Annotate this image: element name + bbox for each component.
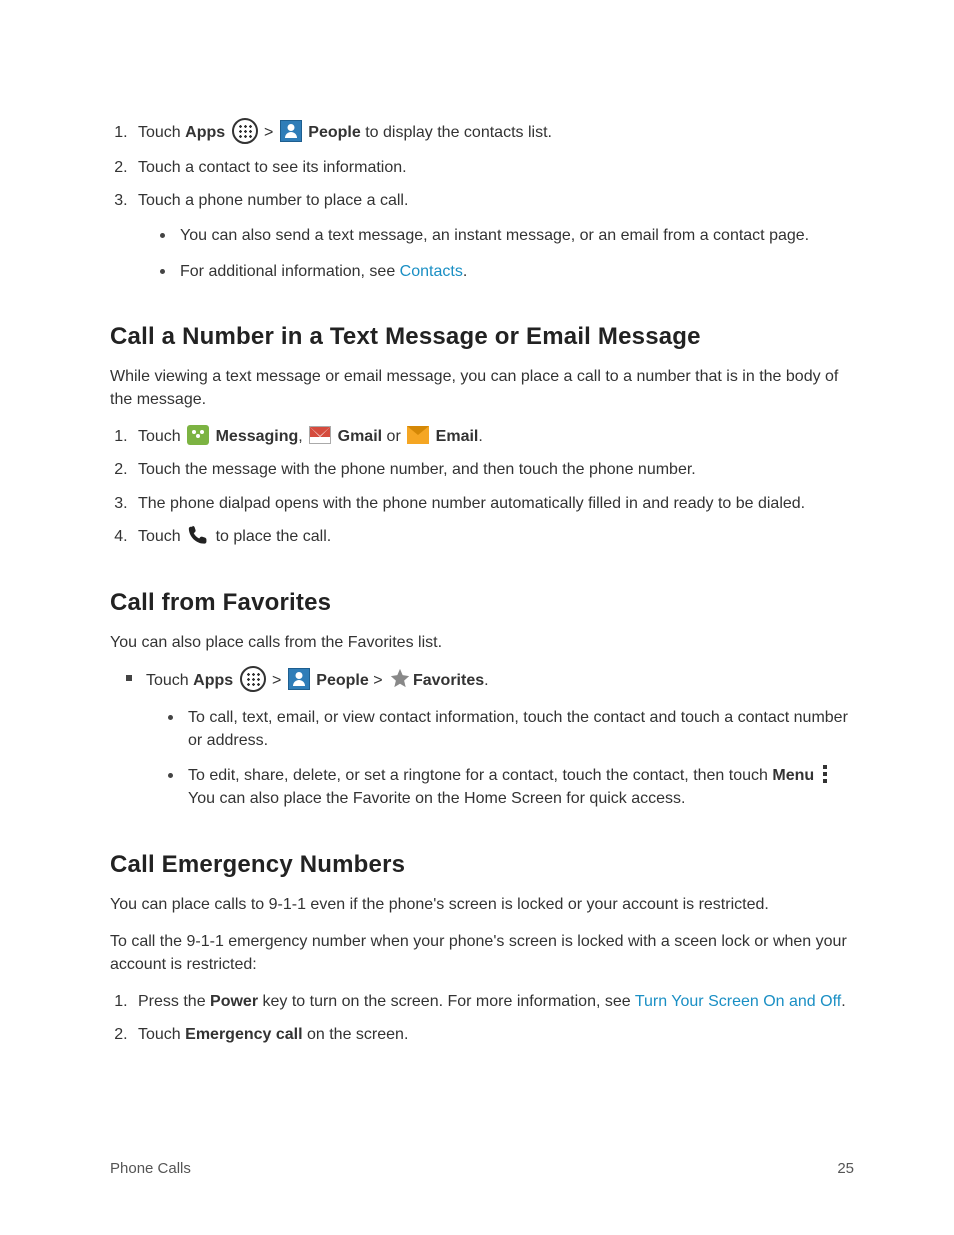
people-icon: [280, 120, 302, 142]
text: Touch: [138, 1026, 185, 1043]
bold-apps: Apps: [193, 672, 233, 689]
text: to display the contacts list.: [361, 124, 552, 141]
separator: >: [369, 672, 387, 689]
text: Touch: [138, 124, 185, 141]
text: .: [463, 263, 467, 280]
list-item: Touch a contact to see its information.: [132, 156, 854, 179]
secC-steps: Press the Power key to turn on the scree…: [110, 990, 854, 1046]
bold-power: Power: [210, 993, 258, 1010]
text: Touch: [146, 672, 193, 689]
phone-icon: [187, 523, 209, 547]
apps-icon: [232, 118, 258, 144]
bold-messaging: Messaging: [216, 428, 299, 445]
bold-email: Email: [436, 428, 479, 445]
bold-favorites: Favorites: [413, 672, 484, 689]
bold-people: People: [308, 124, 360, 141]
text: .: [484, 672, 488, 689]
text: on the screen.: [303, 1026, 409, 1043]
text: .: [478, 428, 482, 445]
list-item: For additional information, see Contacts…: [166, 260, 854, 283]
bold-gmail: Gmail: [338, 428, 382, 445]
text: to place the call.: [211, 528, 331, 545]
list-item: Press the Power key to turn on the scree…: [132, 990, 854, 1013]
bold-apps: Apps: [185, 124, 225, 141]
footer-section: Phone Calls: [110, 1160, 191, 1177]
menu-icon: [822, 764, 828, 784]
text: ,: [298, 428, 307, 445]
bold-people: People: [316, 672, 368, 689]
list-item: You can also send a text message, an ins…: [166, 224, 854, 247]
heading-call-emergency-numbers: Call Emergency Numbers: [110, 851, 854, 879]
list-item: Touch a phone number to place a call. Yo…: [132, 189, 854, 283]
heading-call-from-favorites: Call from Favorites: [110, 589, 854, 617]
separator: >: [268, 672, 286, 689]
text: To edit, share, delete, or set a rington…: [188, 767, 772, 784]
list-item: Touch the message with the phone number,…: [132, 458, 854, 481]
text: Press the: [138, 993, 210, 1010]
list-item: To edit, share, delete, or set a rington…: [174, 764, 854, 810]
people-icon: [288, 668, 310, 690]
turn-screen-on-off-link[interactable]: Turn Your Screen On and Off: [635, 993, 841, 1010]
bold-emergency-call: Emergency call: [185, 1026, 302, 1043]
list-item: Touch Emergency call on the screen.: [132, 1023, 854, 1046]
text: Touch: [138, 428, 185, 445]
list-item: Touch to place the call.: [132, 525, 854, 549]
apps-icon: [240, 666, 266, 692]
page-number: 25: [837, 1160, 854, 1177]
paragraph: You can also place calls from the Favori…: [110, 631, 854, 654]
bold-menu: Menu: [772, 767, 814, 784]
list-item: The phone dialpad opens with the phone n…: [132, 492, 854, 515]
text: Touch: [138, 528, 185, 545]
list-item: Touch Apps > People > Favorites. To call…: [132, 668, 854, 811]
list-item: Touch Messaging, Gmail or Email.: [132, 425, 854, 448]
paragraph: To call the 9-1-1 emergency number when …: [110, 930, 854, 976]
sublist: You can also send a text message, an ins…: [138, 224, 854, 282]
star-icon: [389, 667, 411, 689]
list-item: To call, text, email, or view contact in…: [174, 706, 854, 752]
text: Touch a phone number to place a call.: [138, 192, 408, 209]
text: or: [382, 428, 405, 445]
contacts-link[interactable]: Contacts: [400, 263, 463, 280]
text: .: [841, 993, 845, 1010]
list-item: Touch Apps > People to display the conta…: [132, 120, 854, 146]
heading-call-number-in-message: Call a Number in a Text Message or Email…: [110, 323, 854, 351]
gmail-icon: [309, 426, 331, 444]
paragraph: While viewing a text message or email me…: [110, 365, 854, 411]
text: You can also place the Favorite on the H…: [188, 790, 685, 807]
document-page: Touch Apps > People to display the conta…: [0, 0, 954, 1235]
page-footer: Phone Calls 25: [110, 1160, 854, 1177]
intro-steps: Touch Apps > People to display the conta…: [110, 120, 854, 283]
secB-list: Touch Apps > People > Favorites. To call…: [110, 668, 854, 811]
separator: >: [260, 124, 278, 141]
paragraph: You can place calls to 9-1-1 even if the…: [110, 893, 854, 916]
text: For additional information, see: [180, 263, 400, 280]
secA-steps: Touch Messaging, Gmail or Email. Touch t…: [110, 425, 854, 549]
sublist: To call, text, email, or view contact in…: [146, 706, 854, 811]
messaging-icon: [187, 425, 209, 445]
email-icon: [407, 426, 429, 444]
text: key to turn on the screen. For more info…: [258, 993, 635, 1010]
